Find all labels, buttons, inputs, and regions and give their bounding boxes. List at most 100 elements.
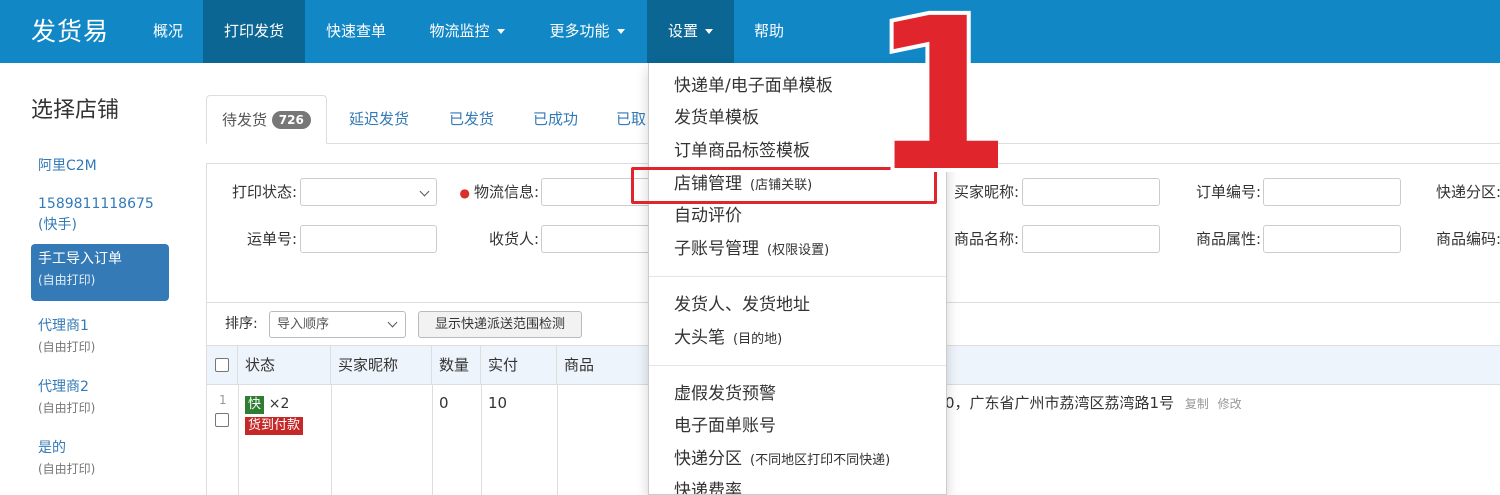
- sidebar-shop-agent1[interactable]: 代理商1 (自由打印): [31, 311, 169, 361]
- shop-sub: (自由打印): [38, 273, 96, 287]
- menu-item-label: 电子面单账号: [674, 416, 776, 436]
- menu-item-note: (权限设置): [767, 243, 830, 258]
- header-quantity[interactable]: 数量: [432, 346, 481, 384]
- header-status[interactable]: 状态: [238, 346, 331, 384]
- header-buyer-nick[interactable]: 买家昵称: [331, 346, 432, 384]
- menu-item-label: 发货人、发货地址: [674, 295, 810, 315]
- menu-item-label: 发货单模板: [674, 108, 759, 128]
- menu-item-express-zone[interactable]: 快递分区 (不同地区打印不同快递): [674, 447, 890, 473]
- delivery-range-check-button[interactable]: 显示快递派送范围检测: [418, 311, 582, 338]
- edit-link[interactable]: 修改: [1218, 397, 1242, 411]
- product-name-label: 商品名称:: [953, 230, 1019, 248]
- address-cell: 0，广东省广州市荔湾区荔湾路1号 复制 修改: [945, 393, 1242, 414]
- sidebar-shop-ali-c2m[interactable]: 阿里C2M: [31, 151, 169, 181]
- header-paid[interactable]: 实付: [481, 346, 557, 384]
- tab-label: 已发货: [449, 110, 495, 128]
- menu-item-auto-review[interactable]: 自动评价: [674, 204, 742, 228]
- nav-overview[interactable]: 概况: [136, 0, 200, 63]
- menu-item-invoice-template[interactable]: 发货单模板: [674, 106, 759, 130]
- tab-pending-ship[interactable]: 待发货 726: [206, 95, 327, 144]
- print-status-label: 打印状态:: [231, 183, 297, 201]
- select-all-cell: [207, 346, 238, 384]
- tab-shipped[interactable]: 已发货: [449, 95, 494, 144]
- tab-succeeded[interactable]: 已成功: [533, 95, 578, 144]
- nav-logistics-monitor-label: 物流监控: [429, 22, 490, 40]
- select-all-checkbox[interactable]: [215, 358, 229, 372]
- chevron-down-icon: [496, 29, 505, 34]
- shop-sub: (自由打印): [38, 401, 96, 415]
- tab-label: 已取: [616, 110, 647, 128]
- waybill-no-input[interactable]: [300, 225, 437, 253]
- nav-logistics-monitor[interactable]: 物流监控: [407, 0, 527, 63]
- shop-name: 阿里C2M: [38, 158, 97, 174]
- shop-name: 1589811118675: [38, 196, 154, 212]
- item-count: ×2: [268, 396, 290, 412]
- nav-settings[interactable]: 设置: [647, 0, 734, 63]
- sort-select[interactable]: 导入顺序: [269, 311, 406, 338]
- menu-item-big-marker[interactable]: 大头笔 (目的地): [674, 326, 782, 352]
- sidebar-title: 选择店铺: [31, 98, 120, 123]
- order-no-input[interactable]: [1263, 178, 1401, 206]
- app-brand[interactable]: 发货易: [31, 15, 109, 49]
- menu-item-note: (不同地区打印不同快递): [750, 453, 891, 468]
- nav-help[interactable]: 帮助: [734, 0, 804, 63]
- step-number-annotation: 1: [888, 0, 998, 190]
- column-divider: [432, 385, 433, 495]
- product-name-input[interactable]: [1022, 225, 1160, 253]
- tab-delayed[interactable]: 延迟发货: [349, 95, 409, 144]
- menu-item-sub-account[interactable]: 子账号管理 (权限设置): [674, 237, 829, 263]
- sidebar-shop-kuaishou[interactable]: 1589811118675 (快手): [31, 189, 169, 239]
- product-attr-input[interactable]: [1263, 225, 1401, 253]
- sort-select-value: 导入顺序: [277, 317, 330, 332]
- column-divider: [238, 385, 239, 495]
- menu-item-label: 子账号管理: [674, 239, 759, 259]
- menu-divider: [649, 365, 946, 366]
- buyer-nick-input[interactable]: [1022, 178, 1160, 206]
- nav-print-ship[interactable]: 打印发货: [203, 0, 305, 63]
- chevron-down-icon: [616, 29, 625, 34]
- menu-item-label: 快递费率: [674, 481, 742, 495]
- menu-item-eform-account[interactable]: 电子面单账号: [674, 414, 776, 438]
- product-code-label: 商品编码:: [1435, 230, 1500, 248]
- column-divider: [557, 385, 558, 495]
- nav-settings-label: 设置: [667, 22, 698, 40]
- menu-item-sender-address[interactable]: 发货人、发货地址: [674, 293, 810, 317]
- status-cell: 快 ×2 货到付款: [245, 393, 304, 435]
- tab-label: 待发货: [222, 111, 268, 129]
- express-tag: 快: [245, 396, 265, 414]
- nav-more-features[interactable]: 更多功能: [527, 0, 647, 63]
- logistics-info-label: ● 物流信息:: [447, 178, 539, 207]
- row-index: 1: [219, 393, 227, 407]
- menu-item-waybill-template[interactable]: 快递单/电子面单模板: [674, 74, 833, 98]
- shop-name: 代理商2: [38, 379, 89, 395]
- column-divider: [331, 385, 332, 495]
- copy-link[interactable]: 复制: [1185, 397, 1209, 411]
- menu-item-label-template[interactable]: 订单商品标签模板: [674, 139, 810, 163]
- step-number-text: 1: [888, 0, 998, 190]
- sidebar-shop-manual-import[interactable]: 手工导入订单 (自由打印): [31, 244, 169, 301]
- nav-overview-label: 概况: [152, 22, 183, 40]
- tab-cancelled[interactable]: 已取: [616, 95, 646, 144]
- print-status-select[interactable]: [300, 178, 437, 206]
- nav-help-label: 帮助: [753, 22, 784, 40]
- waybill-no-label: 运单号:: [246, 230, 297, 248]
- sidebar-shop-shide[interactable]: 是的 (自由打印): [31, 433, 169, 483]
- nav-print-ship-label: 打印发货: [223, 22, 284, 40]
- sidebar-shop-agent2[interactable]: 代理商2 (自由打印): [31, 372, 169, 422]
- tab-label: 延迟发货: [349, 110, 410, 128]
- required-dot-icon: ●: [459, 186, 470, 200]
- row-checkbox[interactable]: [215, 413, 229, 427]
- nav-quick-query[interactable]: 快速查单: [305, 0, 407, 63]
- shop-name: 是的: [38, 440, 66, 456]
- menu-item-label: 订单商品标签模板: [674, 141, 810, 161]
- menu-item-label: 虚假发货预警: [674, 384, 776, 404]
- tab-label: 已成功: [533, 110, 579, 128]
- nav-more-features-label: 更多功能: [549, 22, 610, 40]
- menu-item-fake-ship-warning[interactable]: 虚假发货预警: [674, 382, 776, 406]
- menu-item-express-rate[interactable]: 快递费率: [674, 479, 742, 495]
- top-navbar: 发货易 概况 打印发货 快速查单 物流监控 更多功能 设置 帮助: [0, 0, 1500, 63]
- nav-quick-query-label: 快速查单: [325, 22, 386, 40]
- shop-sub: (自由打印): [38, 462, 96, 476]
- pending-count-badge: 726: [271, 111, 311, 129]
- receiver-input[interactable]: [541, 225, 661, 253]
